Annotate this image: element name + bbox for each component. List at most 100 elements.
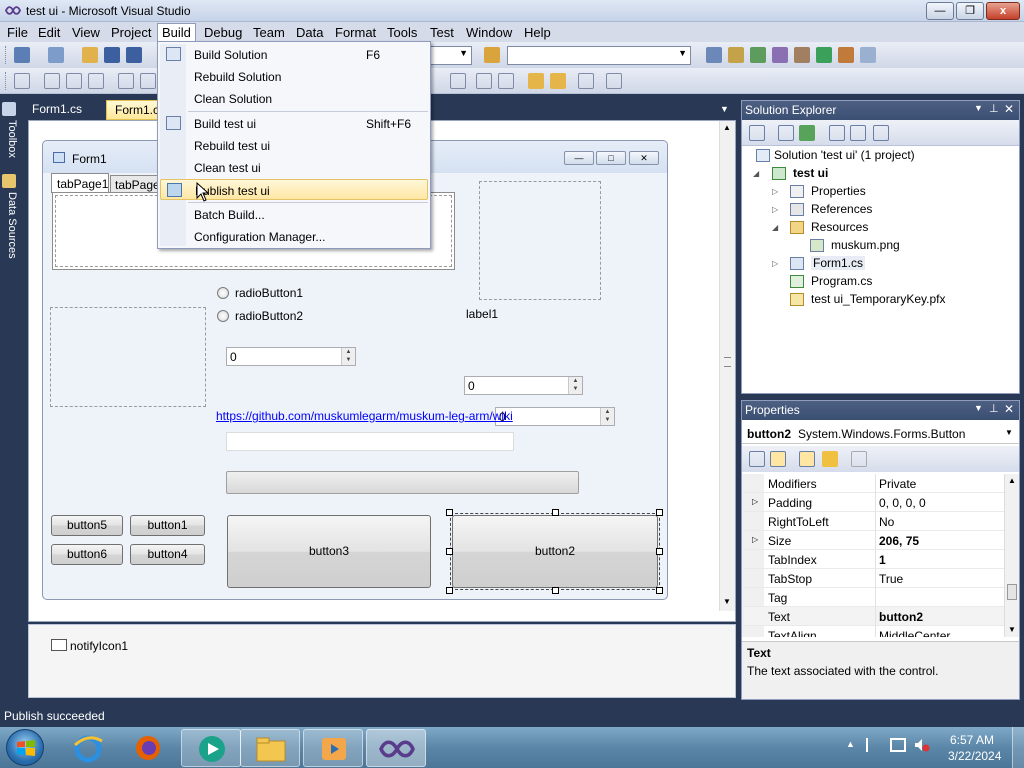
resize-handle-s[interactable] <box>552 587 559 594</box>
clock-time[interactable]: 6:57 AM <box>950 733 994 747</box>
scroll-down-icon[interactable]: ▼ <box>1008 625 1016 634</box>
property-row[interactable]: Modifiers Private <box>744 474 1006 493</box>
explorer-taskbar-button[interactable] <box>240 729 300 767</box>
lock-controls-icon[interactable] <box>606 73 622 89</box>
pane-menu-icon[interactable]: ▼ <box>974 103 983 113</box>
save-icon[interactable] <box>104 47 120 63</box>
property-value[interactable]: 206, 75 <box>879 534 919 548</box>
collapse-icon[interactable]: ◢ <box>772 223 778 232</box>
clean-project-item[interactable]: Clean test ui <box>160 157 428 178</box>
menu-test[interactable]: Test <box>426 24 458 41</box>
media-player-taskbar-button[interactable] <box>181 729 241 767</box>
numeric-updown-2-spin[interactable]: ▲ ▼ <box>568 377 582 394</box>
tab-dropdown-icon[interactable]: ▼ <box>720 104 729 114</box>
align-tops-icon[interactable] <box>118 73 134 89</box>
numeric-updown-2[interactable]: 0 ▲ ▼ <box>464 376 583 395</box>
picture-box-2[interactable] <box>50 307 206 407</box>
categorized-icon[interactable] <box>749 451 765 467</box>
form-maximize-button[interactable]: □ <box>596 151 626 165</box>
tab-order-icon[interactable] <box>578 73 594 89</box>
property-pages-icon[interactable] <box>851 451 867 467</box>
open-file-icon[interactable] <box>82 47 98 63</box>
bring-to-front-icon[interactable] <box>528 73 544 89</box>
toolbar-grip[interactable] <box>5 46 8 64</box>
network-icon[interactable] <box>890 738 906 752</box>
pane-menu-icon[interactable]: ▼ <box>974 403 983 413</box>
link-label[interactable]: https://github.com/muskumlegarm/muskum-l… <box>216 409 513 423</box>
property-value[interactable]: 0, 0, 0, 0 <box>879 496 926 510</box>
build-project-item[interactable]: Build test ui Shift+F6 <box>160 113 428 134</box>
button3[interactable]: button3 <box>227 515 431 588</box>
tree-references[interactable]: References <box>811 202 872 216</box>
button4[interactable]: button4 <box>130 544 205 565</box>
align-lefts-icon[interactable] <box>44 73 60 89</box>
visual-studio-taskbar-button[interactable] <box>366 729 426 767</box>
center-horizontally-icon[interactable] <box>476 73 492 89</box>
radio-button-1-circle[interactable] <box>217 287 229 299</box>
property-value[interactable]: True <box>879 572 903 586</box>
menu-edit[interactable]: Edit <box>34 24 64 41</box>
toolbar-grip[interactable] <box>5 72 8 90</box>
property-row[interactable]: Tag <box>744 588 1006 607</box>
property-value[interactable]: button2 <box>879 610 923 624</box>
pane-close-icon[interactable]: ✕ <box>1004 402 1014 416</box>
property-value[interactable]: Private <box>879 477 916 491</box>
align-rights-icon[interactable] <box>88 73 104 89</box>
form-minimize-button[interactable]: — <box>564 151 594 165</box>
radio-button-2-label[interactable]: radioButton2 <box>235 309 303 323</box>
center-vertically-icon[interactable] <box>498 73 514 89</box>
rebuild-solution-item[interactable]: Rebuild Solution <box>160 66 428 87</box>
volume-muted-icon[interactable] <box>914 738 930 752</box>
property-row[interactable]: RightToLeft No <box>744 512 1006 531</box>
menu-format[interactable]: Format <box>331 24 380 41</box>
tools-icon[interactable] <box>794 47 810 63</box>
maximize-button[interactable]: ❐ <box>956 2 984 20</box>
property-row[interactable]: ▷ Padding 0, 0, 0, 0 <box>744 493 1006 512</box>
align-to-grid-icon[interactable] <box>14 73 30 89</box>
radio-button-1-label[interactable]: radioButton1 <box>235 286 303 300</box>
events-icon[interactable] <box>822 451 838 467</box>
property-value[interactable]: No <box>879 515 894 529</box>
start-button[interactable] <box>6 729 44 766</box>
start-page-icon[interactable] <box>838 47 854 63</box>
tab-page1[interactable]: tabPage1 <box>51 173 109 193</box>
numeric-updown-3-spin[interactable]: ▲ ▼ <box>600 408 614 425</box>
menu-data[interactable]: Data <box>292 24 327 41</box>
media-center-taskbar-button[interactable] <box>303 729 363 767</box>
alphabetical-icon[interactable] <box>770 451 786 467</box>
find-combo[interactable]: ▼ <box>507 46 691 65</box>
configuration-manager-item[interactable]: Configuration Manager... <box>160 226 428 247</box>
tree-pfx[interactable]: test ui_TemporaryKey.pfx <box>811 292 946 306</box>
scroll-down-icon[interactable]: ▼ <box>723 597 731 606</box>
property-value[interactable]: MiddleCenter <box>879 629 950 637</box>
tree-program[interactable]: Program.cs <box>811 274 872 288</box>
form-close-button[interactable]: ✕ <box>629 151 659 165</box>
button5[interactable]: button5 <box>51 515 123 536</box>
button6[interactable]: button6 <box>51 544 123 565</box>
expand-icon[interactable]: ▷ <box>752 535 758 544</box>
property-row[interactable]: TextAlign MiddleCenter <box>744 626 1006 637</box>
property-row[interactable]: TabStop True <box>744 569 1006 588</box>
class-diagram-icon[interactable] <box>873 125 889 141</box>
text-box[interactable] <box>226 432 514 451</box>
spacing-icon[interactable] <box>450 73 466 89</box>
menu-view[interactable]: View <box>68 24 104 41</box>
data-sources-tab[interactable]: Data Sources <box>2 192 18 259</box>
scroll-grip[interactable] <box>724 357 731 367</box>
extension-icon[interactable] <box>816 47 832 63</box>
notify-icon1[interactable]: notifyIcon1 <box>70 639 128 653</box>
refresh-icon[interactable] <box>799 125 815 141</box>
show-all-files-icon[interactable] <box>778 125 794 141</box>
numeric-updown-3[interactable]: 0 ▲ ▼ <box>495 407 615 426</box>
picture-box-1[interactable] <box>479 181 601 300</box>
menu-file[interactable]: File <box>3 24 32 41</box>
show-hidden-icons[interactable]: ▲ <box>846 739 855 749</box>
tree-solution[interactable]: Solution 'test ui' (1 project) <box>774 148 915 162</box>
scroll-thumb[interactable] <box>1007 584 1017 600</box>
menu-build[interactable]: Build <box>157 23 196 42</box>
menu-project[interactable]: Project <box>107 24 155 41</box>
resize-handle-se[interactable] <box>656 587 663 594</box>
property-row[interactable]: ▷ Size 206, 75 <box>744 531 1006 550</box>
radio-button-2-circle[interactable] <box>217 310 229 322</box>
clock-date[interactable]: 3/22/2024 <box>948 749 1001 763</box>
